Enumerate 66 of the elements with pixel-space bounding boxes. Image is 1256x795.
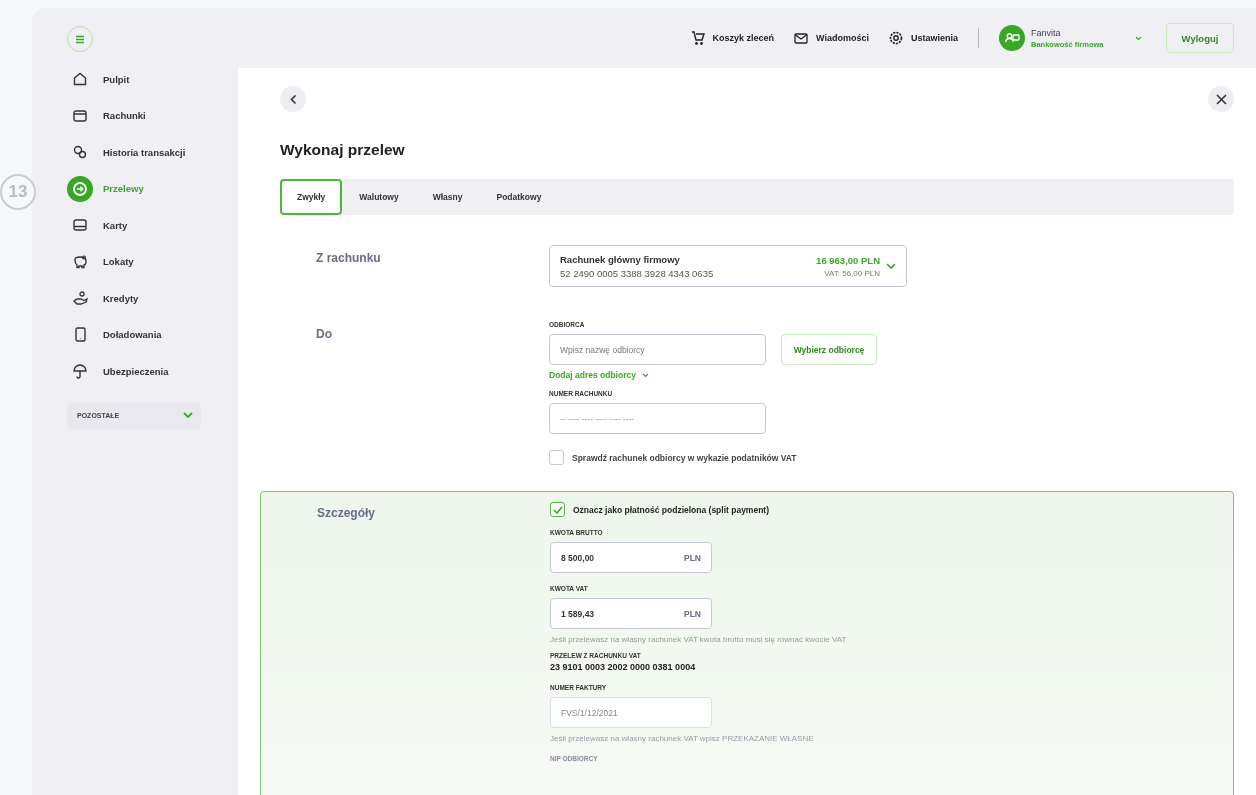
sidebar-item[interactable]: Kredyty [67, 285, 238, 312]
user-name: Fanvita [1031, 27, 1062, 38]
piggy-bank-icon [72, 254, 88, 269]
section-label: Szczegóły [316, 506, 377, 522]
topbar-link[interactable]: Wiadomości [794, 32, 869, 44]
arrow-right-icon [67, 175, 93, 202]
caret-icon [1135, 35, 1142, 41]
back-button[interactable] [280, 86, 306, 112]
user-avatar-icon [999, 25, 1025, 51]
account-selector[interactable]: Rachunek główny firmowy 52 2490 0005 3388 3928 4343 0635 16 963,00 PLN VAT: 56,00 PLN [549, 245, 907, 287]
account-number: 52 2490 0005 3388 3928 4343 0635 [560, 267, 715, 279]
sidebar-item[interactable]: Ubezpieczenia [67, 358, 238, 385]
amount-value: 8 500,00 [561, 552, 595, 563]
chevron-icon [183, 412, 193, 419]
chevron-down-icon [886, 262, 896, 270]
coins-icon [73, 145, 87, 160]
sidebar-item[interactable]: Doładowania [67, 321, 238, 348]
account-number-field[interactable]: -- ---- ---- ---- ---- ---- [549, 403, 766, 434]
checkbox[interactable] [549, 450, 564, 465]
checkbox-label: Oznacz jako płatność podzielona (split payment) [573, 504, 769, 515]
sidebar-item[interactable]: Rachunki [67, 102, 238, 129]
tab[interactable]: Walutowy [342, 179, 416, 215]
page-title: Wykonaj przelew [280, 141, 405, 159]
phone-icon [74, 327, 86, 343]
topbar-link[interactable]: Koszyk zleceń [690, 30, 775, 46]
account-balance: 16 963,00 PLN [816, 254, 880, 266]
close-icon [1215, 93, 1227, 105]
amount-value: 1 589,43 [561, 608, 595, 619]
caret-icon [641, 372, 649, 378]
tab[interactable]: Własny [415, 179, 480, 215]
cart-icon [690, 30, 705, 46]
vat-balance: VAT: 56,00 PLN [824, 268, 880, 278]
account-name: Rachunek główny firmowy [560, 253, 681, 265]
vat-account-number: 23 9101 0003 2002 0000 0381 0004 [550, 662, 697, 672]
topbar-link[interactable]: Ustawienia [888, 31, 958, 45]
sidebar-item[interactable]: Historia transakcji [67, 139, 238, 166]
sidebar-item[interactable]: Karty [67, 212, 238, 239]
section-label: Do [315, 327, 333, 343]
tab[interactable]: Zwykły [280, 179, 343, 215]
mail-icon [794, 32, 809, 44]
checkbox-label: Sprawdź rachunek odbiorcy w wykazie podatników VAT [572, 452, 797, 463]
section-label: Z rachunku [315, 251, 382, 267]
tab[interactable]: Podatkowy [479, 179, 559, 215]
choose-recipient-button[interactable]: Wybierz odbiorcę [781, 334, 877, 365]
invoice-number-field[interactable]: FVS/1/12/2021 [550, 697, 712, 728]
close-button[interactable] [1208, 86, 1234, 112]
gross-amount-field[interactable]: 8 500,00 PLN [550, 542, 712, 573]
recipient-field[interactable]: Wpisz nazwę odbiorcy [549, 334, 766, 365]
settings-icon [888, 31, 903, 45]
home-icon [73, 72, 87, 87]
card-icon [73, 219, 87, 232]
step-number-badge: 13 [0, 174, 36, 210]
chevron-left-icon [289, 93, 297, 105]
currency-label: PLN [684, 608, 701, 619]
umbrella-icon [73, 363, 87, 379]
checkbox[interactable] [550, 502, 565, 517]
hint-text: Jeśli przelewasz na własny rachunek VAT kwota brutto musi się równać kwocie VAT [550, 635, 847, 644]
hand-coin-icon [72, 291, 88, 306]
sidebar-item[interactable]: Pulpit [67, 66, 238, 93]
currency-label: PLN [684, 552, 701, 563]
menu-icon [75, 34, 85, 44]
vat-amount-field[interactable]: 1 589,43 PLN [550, 598, 712, 629]
hint-text: Jeśli przelewasz na własny rachunek VAT wpisz PRZEKAZANIE WŁASNE [550, 734, 815, 743]
sidebar-item[interactable]: Lokaty [67, 248, 238, 275]
wallet-icon [73, 109, 87, 122]
logout-button[interactable]: Wyloguj [1166, 23, 1234, 53]
